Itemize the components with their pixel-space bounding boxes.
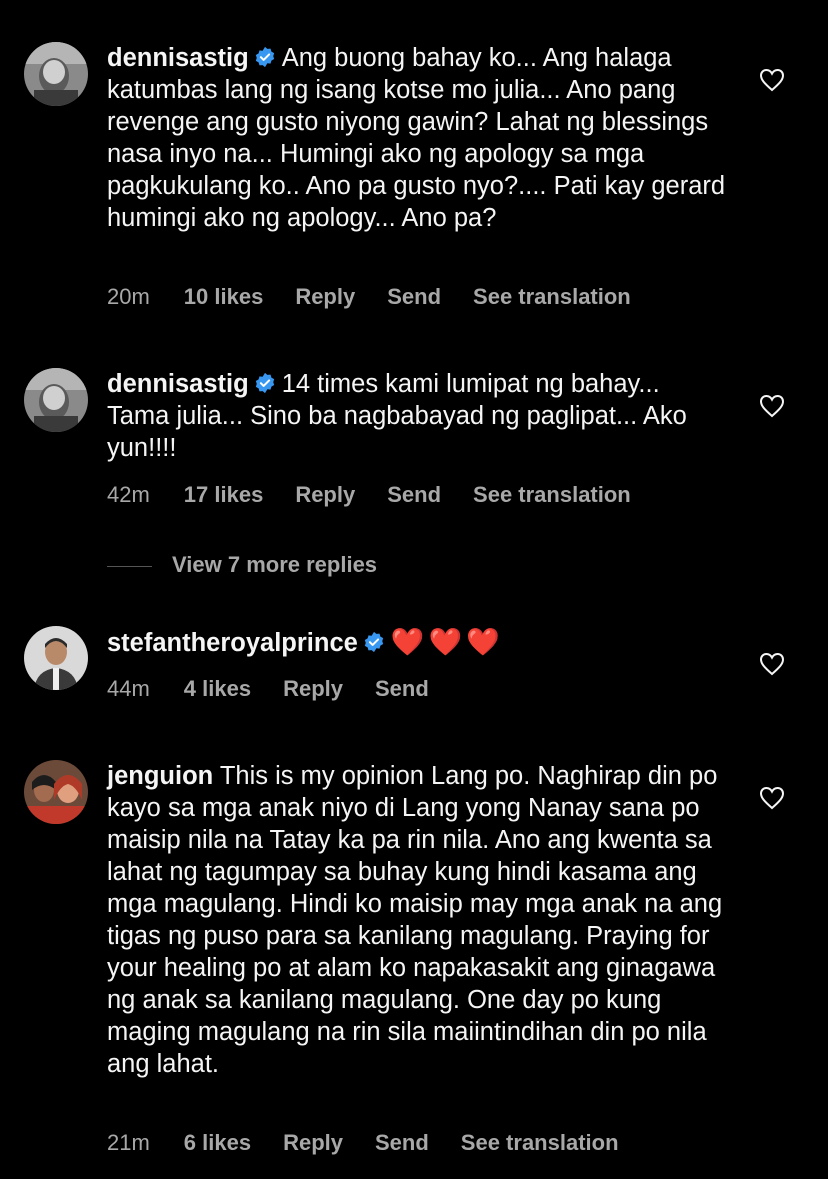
username[interactable]: stefantheroyalprince	[107, 629, 358, 657]
comment-meta: 21m 6 likes Reply Send See translation	[107, 1130, 651, 1156]
reply-button[interactable]: Reply	[283, 676, 343, 702]
avatar[interactable]	[24, 760, 88, 824]
see-translation-link[interactable]: See translation	[473, 284, 631, 310]
avatar[interactable]	[24, 368, 88, 432]
likes-count[interactable]: 17 likes	[184, 482, 264, 508]
verified-badge-icon	[364, 631, 384, 653]
reply-button[interactable]: Reply	[295, 482, 355, 508]
username[interactable]: dennisastig	[107, 370, 249, 398]
likes-count[interactable]: 4 likes	[184, 676, 251, 702]
send-button[interactable]: Send	[387, 482, 441, 508]
comment-meta: 44m 4 likes Reply Send	[107, 676, 461, 702]
username[interactable]: dennisastig	[107, 44, 249, 72]
avatar[interactable]	[24, 626, 88, 690]
timestamp: 44m	[107, 676, 150, 701]
verified-badge-icon	[255, 372, 274, 394]
reply-button[interactable]: Reply	[283, 1130, 343, 1156]
see-translation-link[interactable]: See translation	[473, 482, 631, 508]
username[interactable]: jenguion	[107, 762, 213, 790]
heart-outline-icon[interactable]	[759, 786, 785, 810]
comment-meta: 42m 17 likes Reply Send See translation	[107, 482, 663, 508]
heart-outline-icon[interactable]	[759, 394, 785, 418]
see-translation-link[interactable]: See translation	[461, 1130, 619, 1156]
likes-count[interactable]: 10 likes	[184, 284, 264, 310]
view-more-replies-button[interactable]: View 7 more replies	[107, 552, 377, 578]
timestamp: 20m	[107, 284, 150, 309]
reply-button[interactable]: Reply	[295, 284, 355, 310]
heart-outline-icon[interactable]	[759, 652, 785, 676]
avatar[interactable]	[24, 42, 88, 106]
timestamp: 42m	[107, 482, 150, 507]
comment-body: stefantheroyalprince ❤️❤️❤️	[107, 626, 727, 659]
likes-count[interactable]: 6 likes	[184, 1130, 251, 1156]
send-button[interactable]: Send	[375, 676, 429, 702]
heart-emoji-text: ❤️❤️❤️	[390, 627, 504, 657]
divider-line	[107, 565, 152, 567]
comment-text: Ang buong bahay ko... Ang halaga katumba…	[107, 44, 726, 232]
comment-body: dennisastig 14 times kami lumipat ng baha…	[107, 368, 727, 464]
comment-body: jenguion This is my opinion Lang po. Nag…	[107, 760, 727, 1080]
send-button[interactable]: Send	[375, 1130, 429, 1156]
comment-body: dennisastig Ang buong bahay ko... Ang hal…	[107, 42, 727, 234]
verified-badge-icon	[255, 46, 274, 68]
view-more-label: View 7 more replies	[172, 552, 378, 577]
send-button[interactable]: Send	[387, 284, 441, 310]
timestamp: 21m	[107, 1130, 150, 1155]
comment-text: This is my opinion Lang po. Naghirap din…	[107, 762, 723, 1078]
heart-outline-icon[interactable]	[759, 68, 785, 92]
comment-meta: 20m 10 likes Reply Send See translation	[107, 284, 663, 310]
